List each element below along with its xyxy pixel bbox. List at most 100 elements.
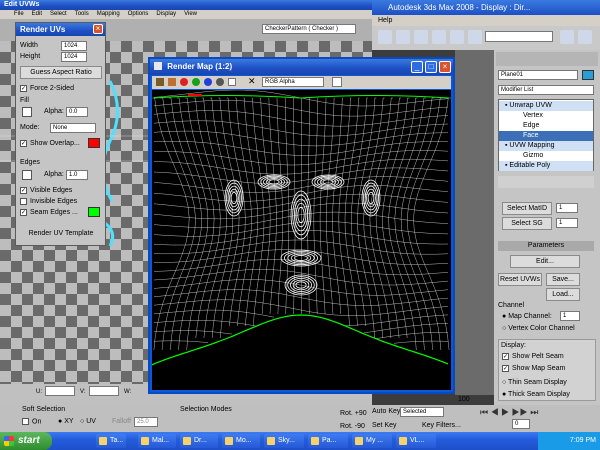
- show-pelt-seam-checkbox[interactable]: ✓ Show Pelt Seam: [502, 351, 564, 362]
- mode-dropdown[interactable]: None: [50, 123, 96, 133]
- xy-radio[interactable]: ● XY: [58, 418, 74, 425]
- bind-icon[interactable]: [414, 30, 428, 44]
- invisible-edges-checkbox[interactable]: Invisible Edges: [20, 196, 77, 207]
- uvw-menu-item[interactable]: File: [14, 11, 24, 17]
- vertex-color-channel-radio[interactable]: ○ Vertex Color Channel: [502, 323, 575, 334]
- scale-icon[interactable]: [468, 30, 482, 44]
- seam-color-swatch[interactable]: [88, 207, 100, 217]
- overlap-color-swatch[interactable]: [88, 138, 100, 148]
- taskbar-item[interactable]: VL...: [396, 434, 436, 448]
- selected-dropdown[interactable]: Selected: [400, 407, 444, 417]
- taskbar-item[interactable]: Sky...: [264, 434, 304, 448]
- blue-channel-icon[interactable]: [204, 78, 212, 86]
- fill-alpha-field[interactable]: 0.0: [66, 107, 88, 117]
- edit-button[interactable]: Edit...: [510, 255, 580, 268]
- modifier-list-dropdown[interactable]: Modifier List: [498, 85, 594, 95]
- render-uvs-close-icon[interactable]: ×: [93, 24, 103, 34]
- falloff-field[interactable]: 25.0: [134, 417, 158, 427]
- parameters-header[interactable]: Parameters: [498, 241, 594, 251]
- uvw-menu-item[interactable]: View: [184, 11, 197, 17]
- select-sg-button[interactable]: Select SG: [502, 217, 552, 230]
- modifier-stack-item[interactable]: Gizmo: [499, 151, 593, 161]
- clear-icon[interactable]: ✕: [248, 76, 256, 87]
- unlink-icon[interactable]: [396, 30, 410, 44]
- named-selection-field[interactable]: [485, 31, 553, 42]
- clone-icon[interactable]: [168, 78, 176, 86]
- mirror-icon[interactable]: [560, 30, 574, 44]
- modifier-stack-item[interactable]: ▪ Unwrap UVW: [499, 101, 593, 111]
- show-map-seam-checkbox[interactable]: ✓ Show Map Seam: [502, 363, 565, 374]
- thin-seam-radio[interactable]: ○ Thin Seam Display: [502, 377, 567, 388]
- rotate-icon[interactable]: [450, 30, 464, 44]
- guess-aspect-ratio-button[interactable]: Guess Aspect Ratio: [20, 66, 102, 79]
- texture-dropdown[interactable]: CheckerPattern ( Checker ): [262, 24, 356, 34]
- height-field[interactable]: 1024: [61, 52, 87, 62]
- minimize-icon[interactable]: _: [411, 61, 423, 73]
- rot-plus-90-button[interactable]: Rot. +90: [340, 410, 367, 417]
- align-icon[interactable]: [578, 30, 592, 44]
- rot-minus-90-button[interactable]: Rot. -90: [340, 423, 365, 430]
- start-button[interactable]: start: [0, 432, 52, 450]
- reset-uvws-button[interactable]: Reset UVWs: [498, 273, 542, 286]
- thick-seam-radio[interactable]: ● Thick Seam Display: [502, 389, 570, 400]
- uvw-menu-item[interactable]: Edit: [32, 11, 42, 17]
- green-channel-icon[interactable]: [192, 78, 200, 86]
- color-swatch[interactable]: [332, 77, 342, 87]
- save-button[interactable]: Save...: [546, 273, 580, 286]
- close-icon[interactable]: ×: [439, 61, 451, 73]
- load-button[interactable]: Load...: [546, 288, 580, 301]
- force-2sided-checkbox[interactable]: ✓ Force 2-Sided: [20, 83, 74, 94]
- playback-controls-icon[interactable]: ⏮ ◀ ▶ ▶▶ ⏭: [480, 407, 538, 418]
- mono-icon[interactable]: [228, 78, 236, 86]
- edge-color-swatch[interactable]: [22, 170, 32, 180]
- channel-dropdown[interactable]: RGB Alpha: [262, 77, 324, 87]
- modifier-stack-item[interactable]: ▪ Editable Poly: [499, 161, 593, 171]
- edge-alpha-field[interactable]: 1.0: [66, 170, 88, 180]
- u-field[interactable]: [45, 386, 75, 396]
- show-overlap-checkbox[interactable]: ✓ Show Overlap...: [20, 138, 80, 149]
- uvw-menu-item[interactable]: Mapping: [97, 11, 120, 17]
- alpha-channel-icon[interactable]: [216, 78, 224, 86]
- seam-edges-checkbox[interactable]: ✓ Seam Edges ...: [20, 207, 78, 218]
- sg-field[interactable]: 1: [556, 218, 578, 228]
- modifier-stack-item[interactable]: Vertex: [499, 111, 593, 121]
- set-key-button[interactable]: Set Key: [372, 422, 397, 429]
- maximize-icon[interactable]: □: [425, 61, 437, 73]
- uv-radio[interactable]: ○ UV: [80, 418, 96, 425]
- matid-field[interactable]: 1: [556, 203, 578, 213]
- uvw-menu-item[interactable]: Select: [50, 11, 67, 17]
- key-filters-button[interactable]: Key Filters...: [422, 422, 461, 429]
- object-name-field[interactable]: Plane01: [498, 70, 578, 80]
- save-image-icon[interactable]: [156, 78, 164, 86]
- taskbar-item[interactable]: Dr...: [180, 434, 218, 448]
- perspective-viewport[interactable]: [455, 50, 494, 395]
- modifier-stack-item[interactable]: Edge: [499, 121, 593, 131]
- taskbar-item[interactable]: My ...: [352, 434, 392, 448]
- taskbar-item[interactable]: Pa...: [308, 434, 348, 448]
- visible-edges-checkbox[interactable]: ✓ Visible Edges: [20, 185, 72, 196]
- v-field[interactable]: [89, 386, 119, 396]
- select-link-icon[interactable]: [378, 30, 392, 44]
- uvw-menu-item[interactable]: Display: [156, 11, 176, 17]
- uvw-menu-item[interactable]: Options: [128, 11, 149, 17]
- uvw-menu-item[interactable]: Tools: [75, 11, 89, 17]
- auto-key-button[interactable]: Auto Key: [372, 408, 400, 415]
- frame-field[interactable]: 0: [512, 419, 530, 429]
- map-channel-field[interactable]: 1: [560, 311, 580, 321]
- select-matid-button[interactable]: Select MatID: [502, 202, 552, 215]
- seam-edge-line: [152, 314, 449, 366]
- move-icon[interactable]: [432, 30, 446, 44]
- render-uv-template-button[interactable]: Render UV Template: [20, 228, 102, 241]
- taskbar-item[interactable]: Mal...: [138, 434, 176, 448]
- red-channel-icon[interactable]: [180, 78, 188, 86]
- object-color-swatch[interactable]: [582, 70, 594, 80]
- map-channel-radio[interactable]: ● Map Channel:: [502, 311, 552, 322]
- taskbar-item[interactable]: Ta...: [96, 434, 126, 448]
- taskbar-item[interactable]: Mo...: [222, 434, 260, 448]
- fill-color-swatch[interactable]: [22, 107, 32, 117]
- menu-help[interactable]: Help: [378, 17, 392, 24]
- width-field[interactable]: 1024: [61, 41, 87, 51]
- on-checkbox[interactable]: On: [22, 418, 41, 425]
- modifier-stack-item[interactable]: ▪ UVW Mapping: [499, 141, 593, 151]
- modifier-stack-item[interactable]: Face: [499, 131, 593, 141]
